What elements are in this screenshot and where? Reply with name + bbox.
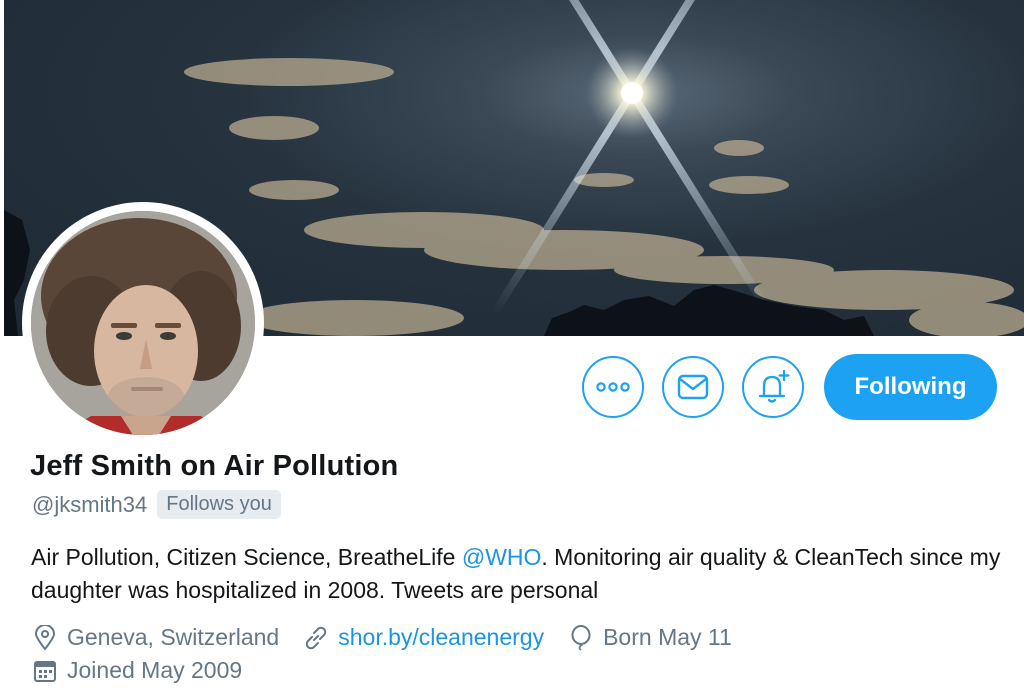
calendar-icon (32, 658, 58, 684)
handle-row: @jksmith34 Follows you (32, 490, 281, 519)
profile-meta-row: Geneva, Switzerland shor.by/cleanenergy (32, 624, 756, 651)
location-pin-icon (32, 624, 58, 651)
link-icon (303, 625, 329, 651)
profile-bio: Air Pollution, Citizen Science, BreatheL… (31, 541, 1011, 607)
profile-handle[interactable]: @jksmith34 (32, 492, 147, 518)
avatar[interactable] (31, 211, 255, 435)
balloon-icon (568, 624, 594, 651)
more-icon (596, 382, 630, 392)
joined-item: Joined May 2009 (32, 657, 242, 684)
bio-text-start: Air Pollution, Citizen Science, BreatheL… (31, 544, 462, 570)
birthday-text: Born May 11 (603, 624, 732, 650)
following-button[interactable]: Following (824, 354, 997, 420)
notifications-button[interactable] (742, 356, 804, 418)
location-item: Geneva, Switzerland (32, 624, 279, 651)
profile-actions: Following (582, 354, 997, 420)
follows-you-badge: Follows you (157, 490, 281, 519)
bio-mention-link[interactable]: @WHO (462, 544, 542, 570)
message-button[interactable] (662, 356, 724, 418)
bell-plus-icon (758, 369, 790, 403)
location-text: Geneva, Switzerland (67, 624, 280, 650)
birthday-item: Born May 11 (568, 624, 732, 651)
mail-icon (677, 374, 709, 400)
profile-meta-row-2: Joined May 2009 (32, 657, 266, 684)
website-link[interactable]: shor.by/cleanenergy (338, 624, 544, 651)
more-button[interactable] (582, 356, 644, 418)
profile-display-name: Jeff Smith on Air Pollution (30, 450, 399, 482)
profile-page: Following Jeff Smith on Air Pollution @j… (0, 0, 1024, 692)
website-item: shor.by/cleanenergy (303, 624, 544, 651)
joined-text: Joined May 2009 (67, 657, 243, 683)
